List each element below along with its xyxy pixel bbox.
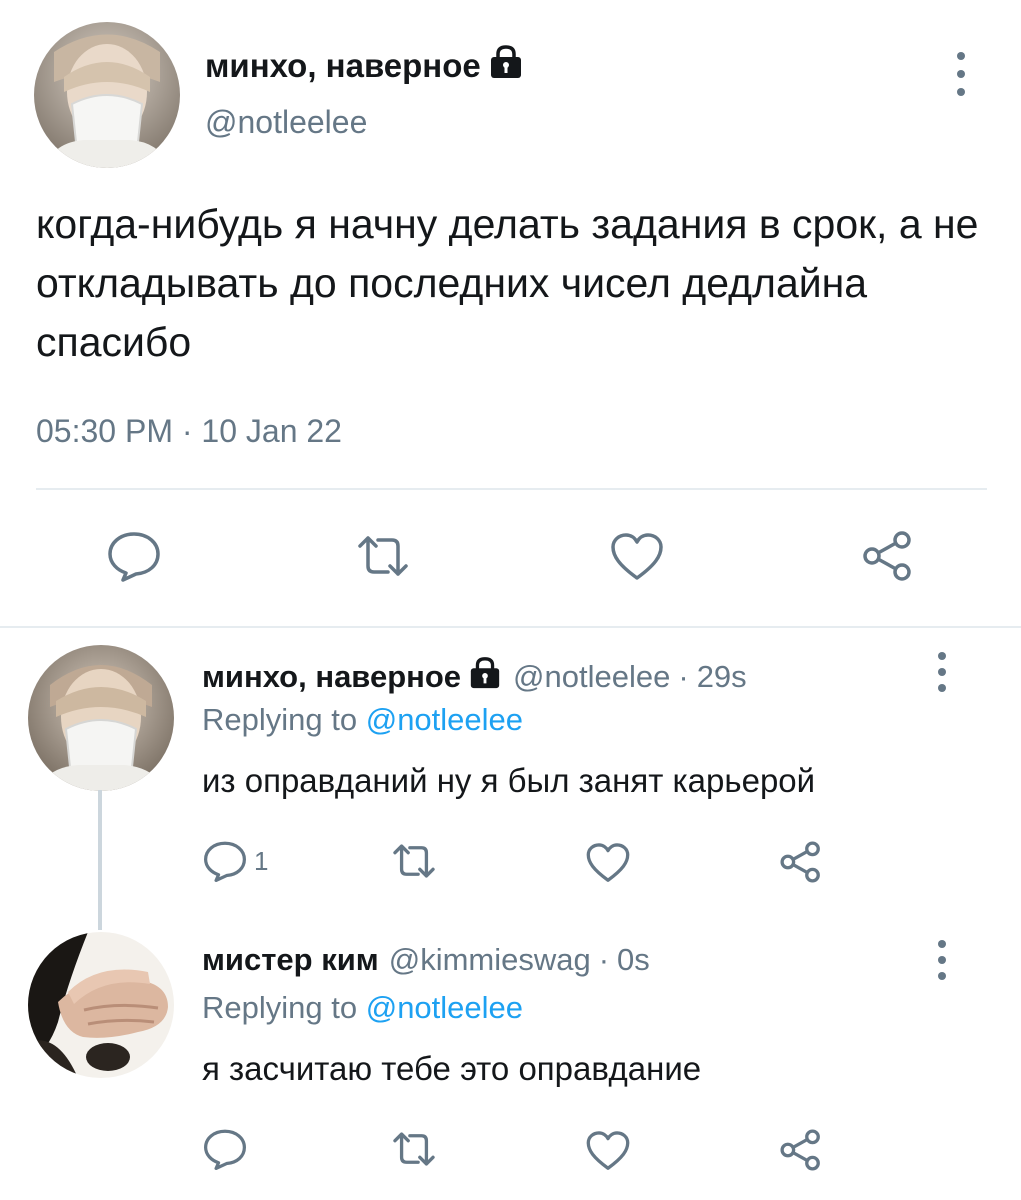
lock-icon — [467, 656, 503, 698]
reply-text: из оправданий ну я был занят карьерой — [202, 762, 816, 799]
meta-dot: · — [678, 659, 689, 694]
reply-handle[interactable]: @kimmieswag — [389, 942, 591, 978]
reply-header: мистер ким @kimmieswag · 0s — [202, 942, 650, 978]
reply-button[interactable]: 1 — [202, 840, 268, 882]
reply-age: 0s — [617, 942, 650, 977]
meta-dot: · — [598, 942, 610, 977]
display-name[interactable]: минхо, наверное — [205, 47, 481, 85]
tweet-text: когда-нибудь я начну делать задания в ср… — [36, 201, 979, 365]
share-icon[interactable] — [778, 840, 824, 889]
share-icon[interactable] — [860, 530, 916, 587]
heart-icon[interactable] — [585, 842, 631, 889]
reply-icon[interactable] — [202, 1128, 248, 1175]
mention-link[interactable]: @notleelee — [366, 990, 523, 1025]
reply-display-name[interactable]: мистер ким — [202, 942, 379, 978]
heart-icon[interactable] — [609, 532, 665, 587]
replying-to-line: Replying to @notleelee — [202, 702, 523, 738]
reply-avatar[interactable] — [28, 645, 174, 791]
replying-prefix: Replying to — [202, 990, 358, 1025]
section-separator — [0, 626, 1021, 628]
reply-age: 29s — [696, 659, 747, 694]
meta-separator: · — [181, 413, 193, 449]
divider — [36, 488, 987, 490]
reply-icon[interactable] — [106, 530, 162, 587]
replying-prefix: Replying to — [202, 702, 358, 737]
retweet-icon[interactable] — [390, 842, 438, 885]
share-icon[interactable] — [778, 1128, 824, 1177]
more-vertical-icon[interactable] — [932, 940, 952, 980]
replying-to-line: Replying to @notleelee — [202, 990, 523, 1026]
avatar-photo — [28, 645, 174, 791]
retweet-icon[interactable] — [354, 534, 412, 583]
reply-icon — [204, 841, 246, 882]
reply-header: минхо, наверное @notleelee · 29s — [202, 656, 747, 698]
lock-icon — [487, 44, 525, 88]
main-display-name-row[interactable]: минхо, наверное — [205, 44, 525, 88]
avatar-photo — [28, 932, 174, 1078]
heart-icon[interactable] — [585, 1130, 631, 1177]
display-name-text: минхо, наверное — [202, 659, 462, 694]
main-tweet-avatar[interactable] — [34, 22, 180, 168]
tweet-time: 05:30 PM — [36, 413, 173, 449]
main-handle[interactable]: @notleelee — [205, 104, 367, 141]
reply-handle[interactable]: @notleelee — [513, 659, 670, 695]
more-vertical-icon[interactable] — [951, 52, 971, 96]
reply-display-name[interactable]: минхо, наверное — [202, 656, 503, 698]
reply-count: 1 — [254, 845, 269, 876]
reply-text: я засчитаю тебе это оправдание — [202, 1050, 702, 1087]
tweet-date: 10 Jan 22 — [201, 413, 342, 449]
retweet-icon[interactable] — [390, 1130, 438, 1173]
more-vertical-icon[interactable] — [932, 652, 952, 692]
reply-avatar[interactable] — [28, 932, 174, 1078]
thread-connector — [98, 790, 102, 930]
mention-link[interactable]: @notleelee — [366, 702, 523, 737]
tweet-timestamp: 05:30 PM · 10 Jan 22 — [36, 413, 342, 450]
avatar-photo — [34, 22, 180, 168]
